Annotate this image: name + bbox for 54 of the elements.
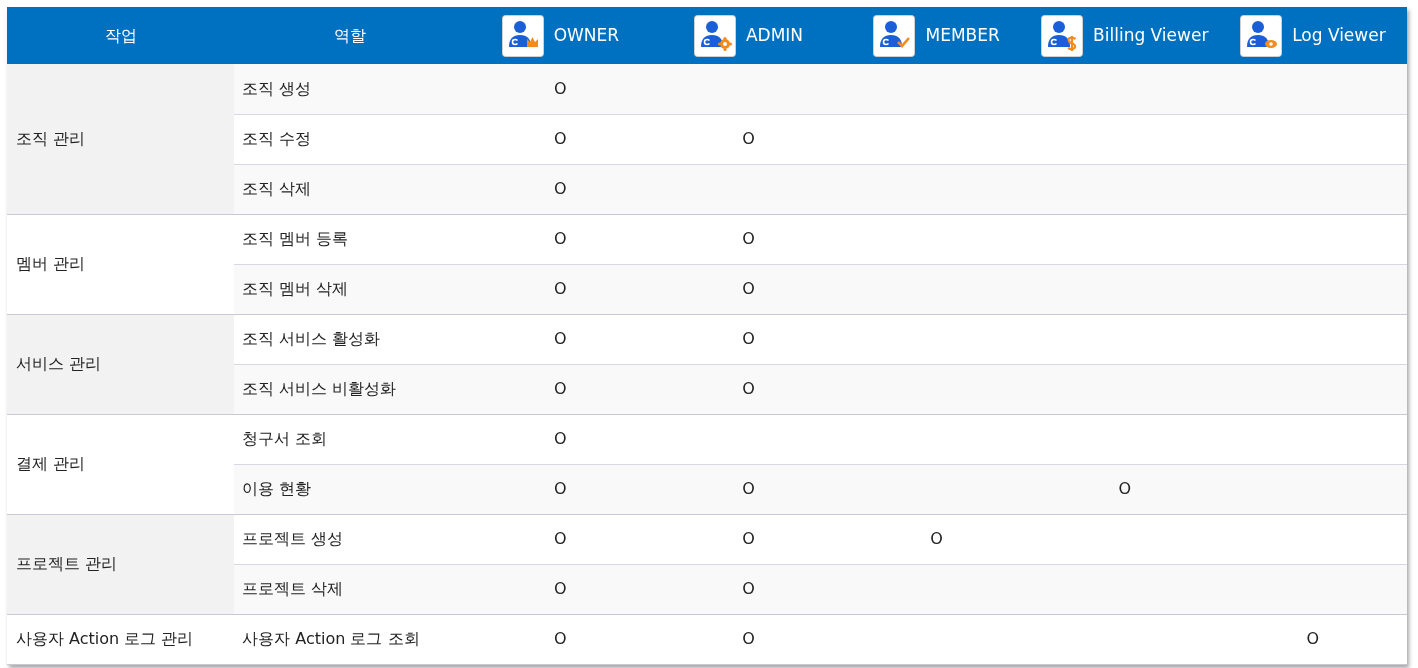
permission-mark: O (554, 229, 567, 248)
role-cell: 청구서 조회 (242, 429, 328, 448)
permission-mark: O (742, 479, 755, 498)
column-header: 작업 (7, 7, 235, 64)
role-cell: 이용 현황 (242, 479, 312, 498)
task-cell: 사용자 Action 로그 관리 (16, 629, 194, 648)
permission-mark: O (742, 529, 755, 548)
permission-mark: O (742, 129, 755, 148)
permission-mark: O (1118, 479, 1132, 498)
permission-mark: O (554, 179, 567, 198)
task-cell: 결제 관리 (16, 454, 86, 473)
role-cell: 조직 생성 (242, 78, 312, 98)
permission-mark: O (554, 329, 567, 348)
role-cell: 프로젝트 생성 (242, 529, 344, 548)
permission-mark: O (554, 129, 567, 148)
column-header: MEMBER (925, 23, 1000, 47)
role-cell: 조직 삭제 (242, 179, 312, 198)
role-cell: 조직 서비스 활성화 (242, 329, 381, 348)
role-cell: 조직 수정 (242, 129, 312, 148)
permission-mark: O (554, 279, 567, 298)
column-header: OWNER (553, 23, 620, 47)
column-header: 역할 (234, 7, 467, 64)
permission-mark: O (742, 379, 755, 398)
user-role-icon (873, 14, 916, 57)
role-cell: 조직 서비스 비활성화 (242, 379, 397, 398)
column-header: Log Viewer (1292, 23, 1386, 47)
permission-mark: O (930, 529, 943, 548)
permission-mark: O (554, 379, 567, 398)
permission-mark: O (1306, 629, 1320, 648)
permission-mark: O (554, 429, 567, 448)
role-cell: 조직 멤버 등록 (242, 229, 349, 248)
user-role-icon (1240, 14, 1283, 57)
role-cell: 프로젝트 삭제 (242, 579, 344, 598)
permission-mark: O (742, 229, 755, 248)
permission-mark: O (742, 579, 755, 598)
task-cell: 조직 관리 (16, 128, 86, 148)
permission-mark: O (554, 529, 567, 548)
task-cell: 서비스 관리 (16, 354, 102, 373)
user-role-icon (693, 14, 736, 57)
permission-mark: O (554, 629, 567, 648)
permission-mark: O (554, 579, 567, 598)
user-role-icon (501, 14, 544, 57)
user-role-icon (1041, 14, 1084, 57)
permission-mark: O (742, 329, 755, 348)
permission-mark: O (742, 629, 755, 648)
permission-mark: O (554, 78, 567, 98)
task-cell: 프로젝트 관리 (16, 554, 118, 573)
column-header: ADMIN (745, 23, 804, 47)
permission-mark: O (554, 479, 567, 498)
task-cell: 멤버 관리 (16, 254, 86, 273)
permission-mark: O (742, 279, 755, 298)
column-header: Billing Viewer (1093, 23, 1209, 47)
role-cell: 조직 멤버 삭제 (242, 279, 349, 298)
role-cell: 사용자 Action 로그 조회 (242, 629, 420, 648)
